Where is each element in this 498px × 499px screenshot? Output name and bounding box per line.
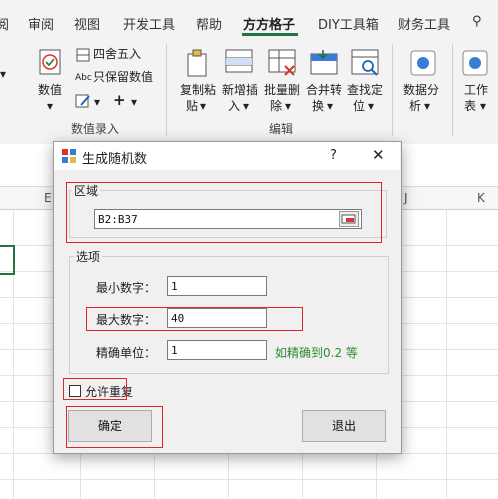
tab-fangfang[interactable]: 方方格子 <box>243 14 295 33</box>
merge-convert-button[interactable]: 合并转 <box>306 82 342 98</box>
highlight-ok <box>66 406 163 448</box>
highlight-max <box>86 307 303 331</box>
exit-button[interactable]: 退出 <box>302 410 386 442</box>
group-label-edit: 编辑 <box>269 122 294 136</box>
dialog-title-bar[interactable]: 生成随机数 ? ✕ <box>54 142 400 170</box>
find-locate-label-2: 位 <box>353 99 366 113</box>
batch-delete-button[interactable]: 批量删 <box>264 82 300 98</box>
tab-review-partial[interactable]: 阅 <box>0 14 9 33</box>
data-analysis-label-2: 析 <box>409 99 422 113</box>
chevron-down-icon[interactable]: ▾ <box>47 98 53 114</box>
keep-numbers-button[interactable]: 只保留数值 <box>93 69 153 85</box>
tab-developer[interactable]: 开发工具 <box>123 14 175 33</box>
find-locate-button[interactable]: 查找定 <box>347 82 383 98</box>
precision-hint: 如精确到0.2 等 <box>275 346 358 360</box>
chevron-down-icon[interactable]: ▾ <box>0 66 6 82</box>
options-legend: 选项 <box>74 248 103 265</box>
chevron-down-icon[interactable]: ▾ <box>368 98 374 114</box>
group-label-numeric-entry: 数值录入 <box>71 122 120 136</box>
search-icon[interactable]: ⚲ <box>472 14 482 29</box>
chevron-down-icon[interactable]: ▾ <box>424 98 430 114</box>
column-header-e[interactable]: E <box>44 191 52 205</box>
batch-insert-button[interactable]: 新增插 <box>222 82 258 98</box>
round-icon <box>76 48 90 65</box>
chevron-down-icon[interactable]: ▾ <box>131 94 137 110</box>
find-icon[interactable] <box>350 48 382 81</box>
insert-icon[interactable] <box>224 48 256 81</box>
close-button[interactable]: ✕ <box>372 146 385 164</box>
chevron-down-icon[interactable]: ▾ <box>243 98 249 114</box>
help-button[interactable]: ? <box>330 148 337 163</box>
selected-cell[interactable] <box>0 245 15 275</box>
highlight-repeat <box>63 378 127 400</box>
delete-icon[interactable] <box>267 48 299 81</box>
abc-icon: Abc <box>75 73 92 83</box>
dialog-title: 生成随机数 <box>82 152 148 167</box>
chevron-down-icon[interactable]: ▾ <box>327 98 333 114</box>
data-analysis-button[interactable]: 数据分 <box>403 82 439 98</box>
plus-icon[interactable]: + <box>113 92 126 108</box>
precision-input[interactable]: 1 <box>167 340 267 360</box>
tab-diy-toolbox[interactable]: DIY工具箱 <box>318 14 379 33</box>
tab-view[interactable]: 视图 <box>74 14 100 33</box>
edit-icon[interactable] <box>75 93 93 112</box>
column-header-j[interactable]: J <box>404 191 408 205</box>
group-separator <box>452 44 453 136</box>
grid-line <box>446 209 447 499</box>
merge-convert-label-2: 换 <box>312 99 325 113</box>
min-label: 最小数字： <box>96 281 157 295</box>
worksheet-icon[interactable] <box>462 50 488 79</box>
numeric-button[interactable]: 数值 <box>38 82 62 98</box>
ribbon-tab-bar: 阅 审阅 视图 开发工具 帮助 方方格子 DIY工具箱 财务工具 ⚲ <box>0 0 498 36</box>
chevron-down-icon[interactable]: ▾ <box>200 98 206 114</box>
precision-label: 精确单位： <box>96 346 157 360</box>
group-separator <box>166 44 167 136</box>
grid-line <box>0 479 498 480</box>
ribbon: ▾ 数值 ▾ 四舍五入 Abc 只保留数值 ▾ + ▾ 数值录入 复制粘 贴 ▾… <box>0 36 498 145</box>
copy-paste-button[interactable]: 复制粘 <box>180 82 216 98</box>
app-icon <box>62 149 76 166</box>
tab-review[interactable]: 审阅 <box>28 14 54 33</box>
chevron-down-icon[interactable]: ▾ <box>285 98 291 114</box>
column-header-k[interactable]: K <box>477 191 485 205</box>
batch-insert-label-2: 入 <box>228 99 241 113</box>
tab-help[interactable]: 帮助 <box>196 14 222 33</box>
group-separator <box>392 44 393 136</box>
tab-finance-tools[interactable]: 财务工具 <box>398 14 450 33</box>
round-button[interactable]: 四舍五入 <box>93 46 141 62</box>
merge-icon[interactable] <box>309 48 341 81</box>
min-input[interactable]: 1 <box>167 276 267 296</box>
highlight-area <box>66 182 382 243</box>
batch-delete-label-2: 除 <box>270 99 283 113</box>
copy-paste-label-2: 贴 <box>186 99 199 113</box>
paste-icon[interactable] <box>185 48 215 81</box>
chevron-down-icon[interactable]: ▾ <box>480 98 486 114</box>
chevron-down-icon[interactable]: ▾ <box>94 94 100 110</box>
data-analysis-icon[interactable] <box>410 50 436 79</box>
numeric-icon[interactable] <box>38 48 66 81</box>
worksheet-button[interactable]: 工作 <box>464 82 488 98</box>
worksheet-label-2: 表 <box>464 99 477 113</box>
